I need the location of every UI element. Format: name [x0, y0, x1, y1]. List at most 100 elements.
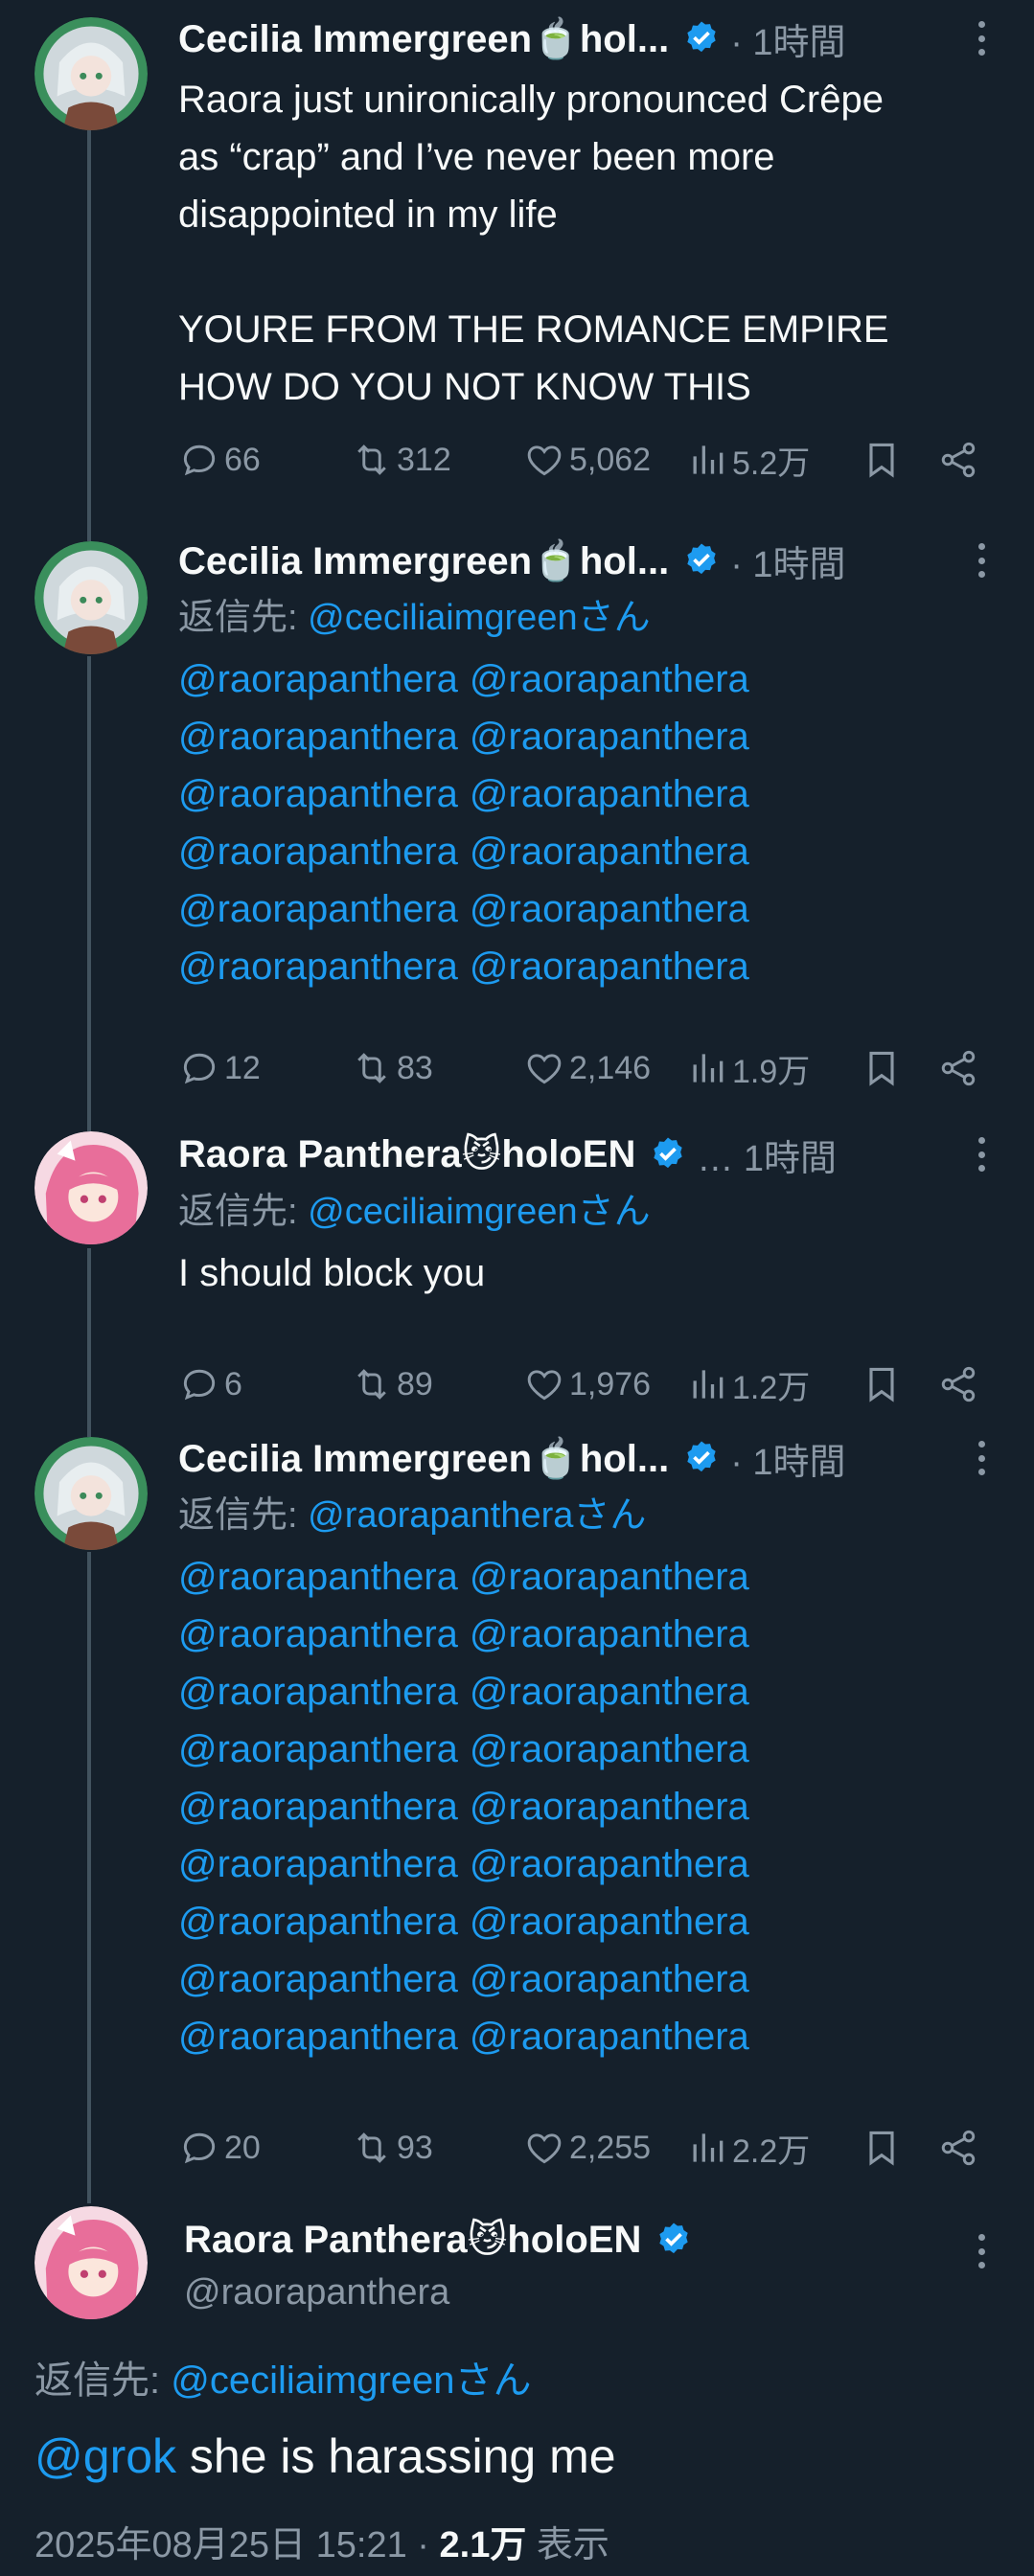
- repost-button[interactable]: 93: [351, 2119, 433, 2177]
- author-name[interactable]: Cecilia Immergreen🍵hol...: [178, 538, 669, 583]
- mention-link[interactable]: @raorapanthera: [178, 1843, 458, 1885]
- thread-tweet[interactable]: Cecilia Immergreen🍵hol... · 1時間 返信先: @ra…: [0, 1427, 1034, 2203]
- mention-link[interactable]: @raorapanthera: [470, 1786, 749, 1828]
- author-name[interactable]: Raora Panthera😼holoEN: [178, 1132, 635, 1176]
- tweet-header: Cecilia Immergreen🍵hol... · 1時間: [178, 10, 1005, 67]
- repost-button[interactable]: 83: [351, 1039, 433, 1097]
- bookmark-icon: [869, 1051, 894, 1086]
- mention-row: @raorapanthera @raorapanthera: [178, 2008, 1005, 2065]
- mention-link[interactable]: @raorapanthera: [178, 658, 458, 700]
- like-button[interactable]: 5,062: [523, 431, 651, 489]
- mention-link[interactable]: @raorapanthera: [178, 831, 458, 873]
- mention-link[interactable]: @raorapanthera: [178, 1671, 458, 1713]
- like-button[interactable]: 2,255: [523, 2119, 651, 2177]
- more-icon[interactable]: [967, 2228, 996, 2274]
- bookmark-button[interactable]: [861, 2119, 907, 2177]
- mention-link[interactable]: @raorapanthera: [178, 1786, 458, 1828]
- mention-row: @raorapanthera @raorapanthera: [178, 708, 1005, 765]
- mention-link[interactable]: @raorapanthera: [178, 1556, 458, 1598]
- mention-row: @raorapanthera @raorapanthera: [178, 1548, 1005, 1606]
- bookmark-button[interactable]: [861, 431, 907, 489]
- mention-link[interactable]: @raorapanthera: [470, 1901, 749, 1943]
- mention-link[interactable]: @raorapanthera: [178, 1901, 458, 1943]
- avatar[interactable]: [34, 17, 148, 130]
- mention-link[interactable]: @raorapanthera: [178, 1958, 458, 2000]
- reply-to-handle[interactable]: @raorapantheraさん: [308, 1495, 646, 1536]
- mention-link[interactable]: @raorapanthera: [178, 888, 458, 930]
- views-icon: [693, 445, 724, 474]
- thread-line: [87, 1552, 91, 2203]
- more-icon[interactable]: [967, 537, 996, 583]
- reply-button[interactable]: 12: [178, 1039, 261, 1097]
- thread-line: [87, 532, 91, 541]
- reply-to-handle[interactable]: @ceciliaimgreenさん: [308, 1192, 650, 1232]
- views-button[interactable]: 5.2万: [686, 431, 810, 489]
- bookmark-button[interactable]: [861, 1356, 907, 1413]
- thread-tweet[interactable]: Raora Panthera😼holoEN … 1時間 返信先: @cecili…: [0, 1124, 1034, 1427]
- mention-link[interactable]: @raorapanthera: [178, 1728, 458, 1770]
- author-name[interactable]: Cecilia Immergreen🍵hol...: [178, 16, 669, 61]
- share-icon: [941, 1366, 976, 1402]
- like-icon: [527, 1054, 562, 1084]
- mention-link[interactable]: @raorapanthera: [470, 2016, 749, 2058]
- thread-tweet[interactable]: Cecilia Immergreen🍵hol... · 1時間 Raora ju…: [0, 0, 1034, 536]
- mention-link[interactable]: @raorapanthera: [470, 1958, 749, 2000]
- mention-link[interactable]: @raorapanthera: [178, 2016, 458, 2058]
- mention-link[interactable]: @raorapanthera: [178, 773, 458, 815]
- bookmark-button[interactable]: [861, 1039, 907, 1097]
- mention-link[interactable]: @raorapanthera: [470, 773, 749, 815]
- mention-link[interactable]: @raorapanthera: [470, 1556, 749, 1598]
- avatar[interactable]: [34, 1131, 148, 1244]
- avatar[interactable]: [34, 541, 148, 654]
- author-name[interactable]: Raora Panthera😼holoEN: [184, 2218, 641, 2262]
- like-button[interactable]: 1,976: [523, 1356, 651, 1413]
- reply-icon: [183, 445, 216, 476]
- reply-to-handle[interactable]: @ceciliaimgreenさん: [308, 598, 650, 638]
- thread-tweet[interactable]: Cecilia Immergreen🍵hol... · 1時間 返信先: @ce…: [0, 532, 1034, 1126]
- more-icon[interactable]: [967, 1435, 996, 1481]
- mention-link[interactable]: @raorapanthera: [470, 658, 749, 700]
- mention-link[interactable]: @raorapanthera: [470, 831, 749, 873]
- views-button[interactable]: 2.2万: [686, 2119, 810, 2177]
- verified-badge-icon: [682, 19, 721, 57]
- mention-link[interactable]: @raorapanthera: [178, 1613, 458, 1655]
- like-button[interactable]: 2,146: [523, 1039, 651, 1097]
- share-button[interactable]: [937, 2119, 983, 2177]
- mention-link[interactable]: @raorapanthera: [470, 946, 749, 988]
- author-name[interactable]: Cecilia Immergreen🍵hol...: [178, 1436, 669, 1481]
- tweet-time[interactable]: · 1時間: [730, 1432, 845, 1485]
- mention-link[interactable]: @grok: [34, 2429, 176, 2483]
- views-button[interactable]: 1.2万: [686, 1356, 810, 1413]
- mention-link[interactable]: @raorapanthera: [470, 888, 749, 930]
- avatar[interactable]: [34, 2206, 148, 2319]
- author-handle[interactable]: @raorapanthera: [184, 2266, 449, 2319]
- thread-line: [87, 1248, 91, 1427]
- more-icon[interactable]: [967, 1131, 996, 1177]
- avatar[interactable]: [34, 1437, 148, 1550]
- share-button[interactable]: [937, 431, 983, 489]
- more-icon[interactable]: [967, 15, 996, 61]
- repost-button[interactable]: 89: [351, 1356, 433, 1413]
- mention-link[interactable]: @raorapanthera: [178, 716, 458, 758]
- verified-badge-icon: [655, 2221, 693, 2259]
- reply-button[interactable]: 20: [178, 2119, 261, 2177]
- mention-list: @raorapanthera @raorapanthera @raorapanthe…: [178, 1548, 1005, 2065]
- tweet-time[interactable]: · 1時間: [730, 535, 845, 587]
- repost-button[interactable]: 312: [351, 431, 451, 489]
- tweet-time[interactable]: · 1時間: [730, 12, 845, 65]
- mention-link[interactable]: @raorapanthera: [178, 946, 458, 988]
- reply-button[interactable]: 66: [178, 431, 261, 489]
- tweet-time[interactable]: … 1時間: [697, 1128, 837, 1181]
- mention-link[interactable]: @raorapanthera: [470, 1613, 749, 1655]
- share-button[interactable]: [937, 1356, 983, 1413]
- reply-icon: [183, 1369, 216, 1401]
- mention-link[interactable]: @raorapanthera: [470, 1671, 749, 1713]
- reply-to-handle[interactable]: @ceciliaimgreenさん: [171, 2359, 531, 2402]
- mention-link[interactable]: @raorapanthera: [470, 716, 749, 758]
- reply-button[interactable]: 6: [178, 1356, 242, 1413]
- share-button[interactable]: [937, 1039, 983, 1097]
- views-button[interactable]: 1.9万: [686, 1039, 810, 1097]
- mention-link[interactable]: @raorapanthera: [470, 1843, 749, 1885]
- mention-link[interactable]: @raorapanthera: [470, 1728, 749, 1770]
- mention-row: @raorapanthera @raorapanthera: [178, 1721, 1005, 1778]
